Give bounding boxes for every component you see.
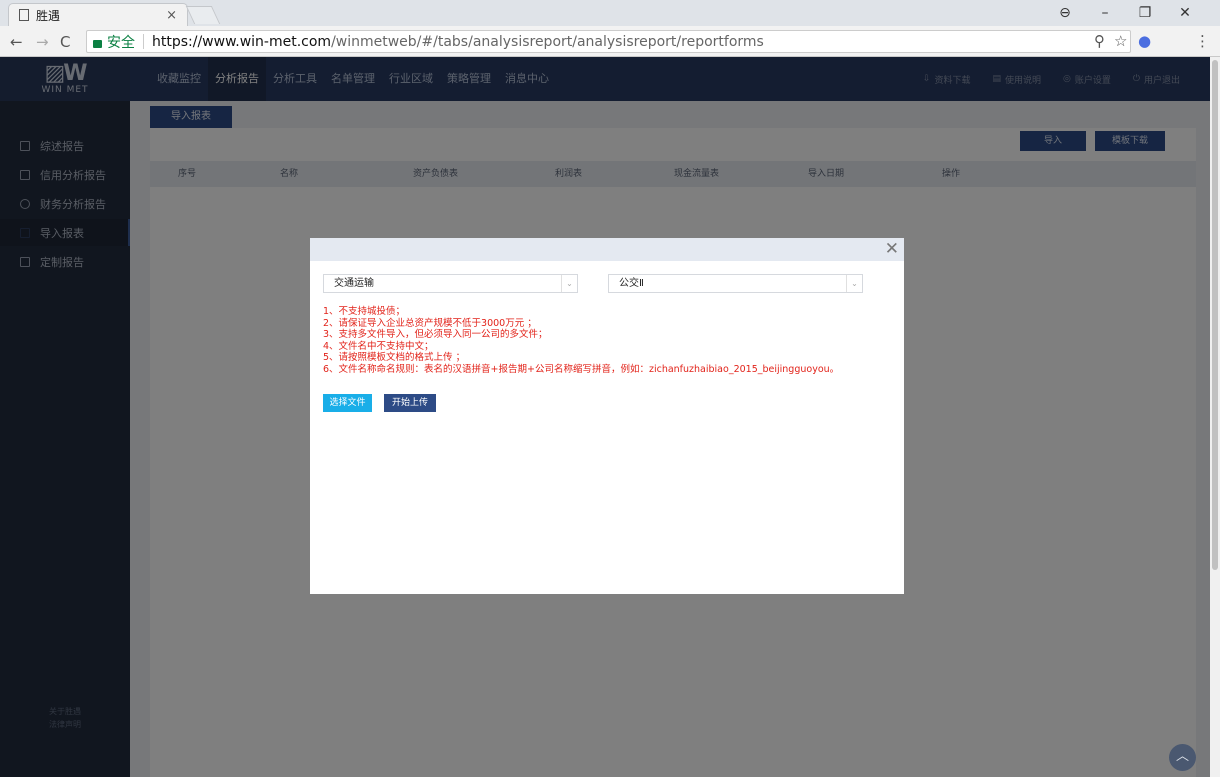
address-bar: ← → C 安全 https://www.win-met.com/winmetw…	[0, 26, 1220, 57]
chevron-down-icon: ⌄	[846, 275, 862, 292]
scrollbar-thumb[interactable]	[1212, 60, 1218, 570]
extension-icon[interactable]: ●	[1138, 32, 1151, 50]
import-modal: ✕ 交通运输 ⌄ 公交Ⅱ ⌄ 1、不支持城投债； 2、请保证导入企业总资产规模不…	[310, 238, 904, 594]
note-line: 5、请按照模板文档的格式上传 ；	[323, 352, 466, 363]
browser-tab[interactable]: 胜遇 ×	[8, 3, 188, 26]
url-host: https://www.win-met.com	[152, 33, 332, 50]
url-path: /winmetweb/#/tabs/analysisreport/analysi…	[331, 33, 764, 50]
note-line: 2、请保证导入企业总资产规模不低于3000万元 ；	[323, 317, 537, 329]
tab-close-icon[interactable]: ×	[166, 8, 177, 23]
modal-header: ✕	[310, 238, 904, 261]
start-upload-button[interactable]: 开始上传	[384, 394, 436, 412]
note-line: 3、支持多文件导入，但必须导入同一公司的多文件；	[323, 329, 548, 340]
subindustry-select[interactable]: 公交Ⅱ ⌄	[608, 274, 863, 293]
reload-icon[interactable]: C	[60, 33, 70, 51]
back-icon[interactable]: ←	[10, 33, 23, 51]
close-icon[interactable]: ✕	[885, 238, 899, 261]
star-icon[interactable]: ☆	[1114, 32, 1127, 50]
chevron-down-icon: ⌄	[561, 275, 577, 292]
browser-tabbar: 胜遇 × ⊖ – ❐ ✕	[0, 0, 1220, 26]
minimize-icon[interactable]: –	[1085, 5, 1125, 21]
restore-icon[interactable]: ❐	[1125, 5, 1165, 21]
lock-icon	[93, 39, 102, 48]
note-line: 4、文件名中不支持中文；	[323, 340, 434, 352]
note-line: 6、文件名称命名规则：表名的汉语拼音+报告期+公司名称缩写拼音，例如：zicha…	[323, 363, 840, 375]
tab-title: 胜遇	[36, 8, 61, 23]
close-window-icon[interactable]: ✕	[1165, 5, 1205, 21]
back-to-top-icon[interactable]: ︿	[1169, 744, 1196, 771]
url-input[interactable]: 安全 https://www.win-met.com/winmetweb/#/t…	[86, 30, 1131, 53]
choose-file-button[interactable]: 选择文件	[323, 394, 372, 412]
window-controls: ⊖ – ❐ ✕	[1045, 0, 1205, 26]
upload-notes: 1、不支持城投债； 2、请保证导入企业总资产规模不低于3000万元 ； 3、支持…	[323, 306, 893, 375]
forward-icon[interactable]: →	[36, 33, 49, 51]
new-tab-button[interactable]	[185, 6, 221, 24]
zoom-icon[interactable]: ⚲	[1094, 32, 1105, 50]
secure-label: 安全	[107, 34, 135, 51]
subindustry-select-value: 公交Ⅱ	[619, 278, 644, 289]
note-line: 1、不支持城投债；	[323, 306, 406, 317]
menu-icon[interactable]: ⋮	[1195, 32, 1210, 50]
industry-select[interactable]: 交通运输 ⌄	[323, 274, 578, 293]
page-icon	[19, 9, 29, 21]
industry-select-value: 交通运输	[334, 278, 374, 289]
divider	[143, 34, 144, 49]
profile-icon[interactable]: ⊖	[1045, 5, 1085, 21]
